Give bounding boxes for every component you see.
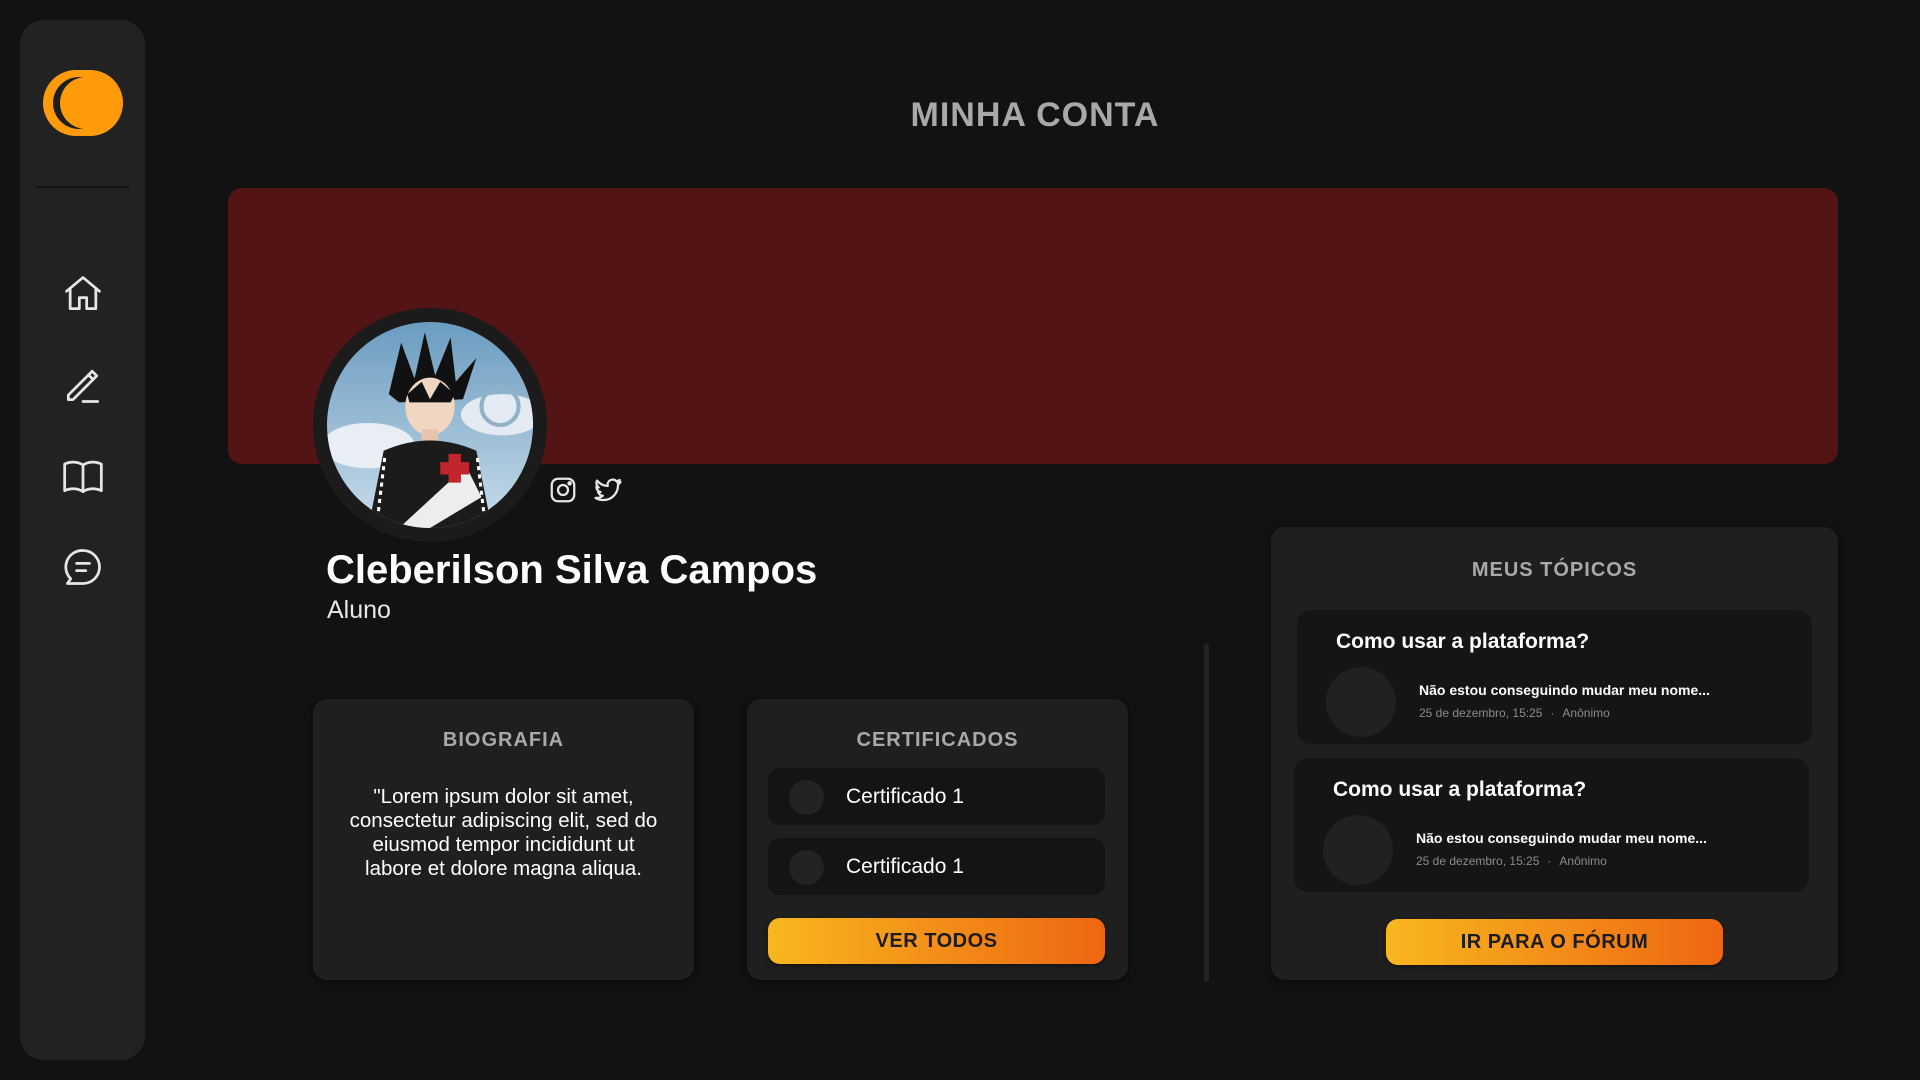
topic-meta-separator: · xyxy=(1550,706,1555,720)
avatar-image xyxy=(327,322,533,528)
user-avatar[interactable] xyxy=(313,308,547,542)
sidebar-item-home[interactable] xyxy=(57,268,109,320)
certificate-item[interactable]: Certificado 1 xyxy=(768,768,1105,825)
topic-title: Como usar a plataforma? xyxy=(1336,630,1590,653)
chat-icon xyxy=(64,549,101,585)
home-icon xyxy=(65,276,101,311)
logo-icon[interactable] xyxy=(43,70,123,136)
certificate-icon xyxy=(789,850,824,885)
sidebar-divider xyxy=(35,186,130,188)
topic-meta: 25 de dezembro, 15:25 · Anônimo xyxy=(1419,706,1610,720)
instagram-icon xyxy=(550,477,576,503)
topic-author: Anônimo xyxy=(1559,854,1607,868)
certificate-icon xyxy=(789,780,824,815)
topic-date: 25 de dezembro, 15:25 xyxy=(1416,854,1540,868)
certificates-card: CERTIFICADOS Certificado 1 Certificado 1… xyxy=(747,699,1128,980)
view-all-button[interactable]: VER TODOS xyxy=(768,918,1105,964)
certificates-title: CERTIFICADOS xyxy=(856,729,1019,751)
user-role: Aluno xyxy=(327,596,391,624)
certificate-label: Certificado 1 xyxy=(846,855,964,878)
topic-date: 25 de dezembro, 15:25 xyxy=(1419,706,1543,720)
book-icon xyxy=(63,460,103,493)
topic-title: Como usar a plataforma? xyxy=(1333,778,1587,801)
biography-title: BIOGRAFIA xyxy=(442,729,565,751)
topic-meta-separator: · xyxy=(1547,854,1552,868)
go-to-forum-button[interactable]: IR PARA O FÓRUM xyxy=(1386,919,1723,965)
user-name: Cleberilson Silva Campos xyxy=(326,548,818,592)
topic-excerpt: Não estou conseguindo mudar meu nome... xyxy=(1419,682,1710,698)
twitter-link[interactable] xyxy=(592,474,624,506)
biography-card: BIOGRAFIA "Lorem ipsum dolor sit amet, c… xyxy=(313,699,694,980)
pencil-icon xyxy=(66,369,100,403)
topic-excerpt: Não estou conseguindo mudar meu nome... xyxy=(1416,830,1707,846)
section-divider xyxy=(1204,644,1209,982)
biography-text: "Lorem ipsum dolor sit amet, consectetur… xyxy=(349,785,658,880)
sidebar xyxy=(20,20,145,1060)
instagram-link[interactable] xyxy=(547,474,579,506)
sidebar-item-edit[interactable] xyxy=(57,359,109,411)
page-title: MINHA CONTA xyxy=(910,96,1160,134)
twitter-icon xyxy=(594,478,622,502)
sidebar-item-courses[interactable] xyxy=(57,450,109,502)
my-topics-card: MEUS TÓPICOS Como usar a plataforma? Não… xyxy=(1271,527,1838,980)
topic-author: Anônimo xyxy=(1562,706,1610,720)
topic-avatar xyxy=(1323,815,1393,885)
topic-avatar xyxy=(1326,667,1396,737)
topic-meta: 25 de dezembro, 15:25 · Anônimo xyxy=(1416,854,1607,868)
certificate-item[interactable]: Certificado 1 xyxy=(768,838,1105,895)
sidebar-item-forum[interactable] xyxy=(57,541,109,593)
topics-title: MEUS TÓPICOS xyxy=(1471,559,1638,581)
topic-item[interactable]: Como usar a plataforma? Não estou conseg… xyxy=(1297,610,1812,744)
certificate-label: Certificado 1 xyxy=(846,785,964,808)
topic-item[interactable]: Como usar a plataforma? Não estou conseg… xyxy=(1294,758,1809,892)
